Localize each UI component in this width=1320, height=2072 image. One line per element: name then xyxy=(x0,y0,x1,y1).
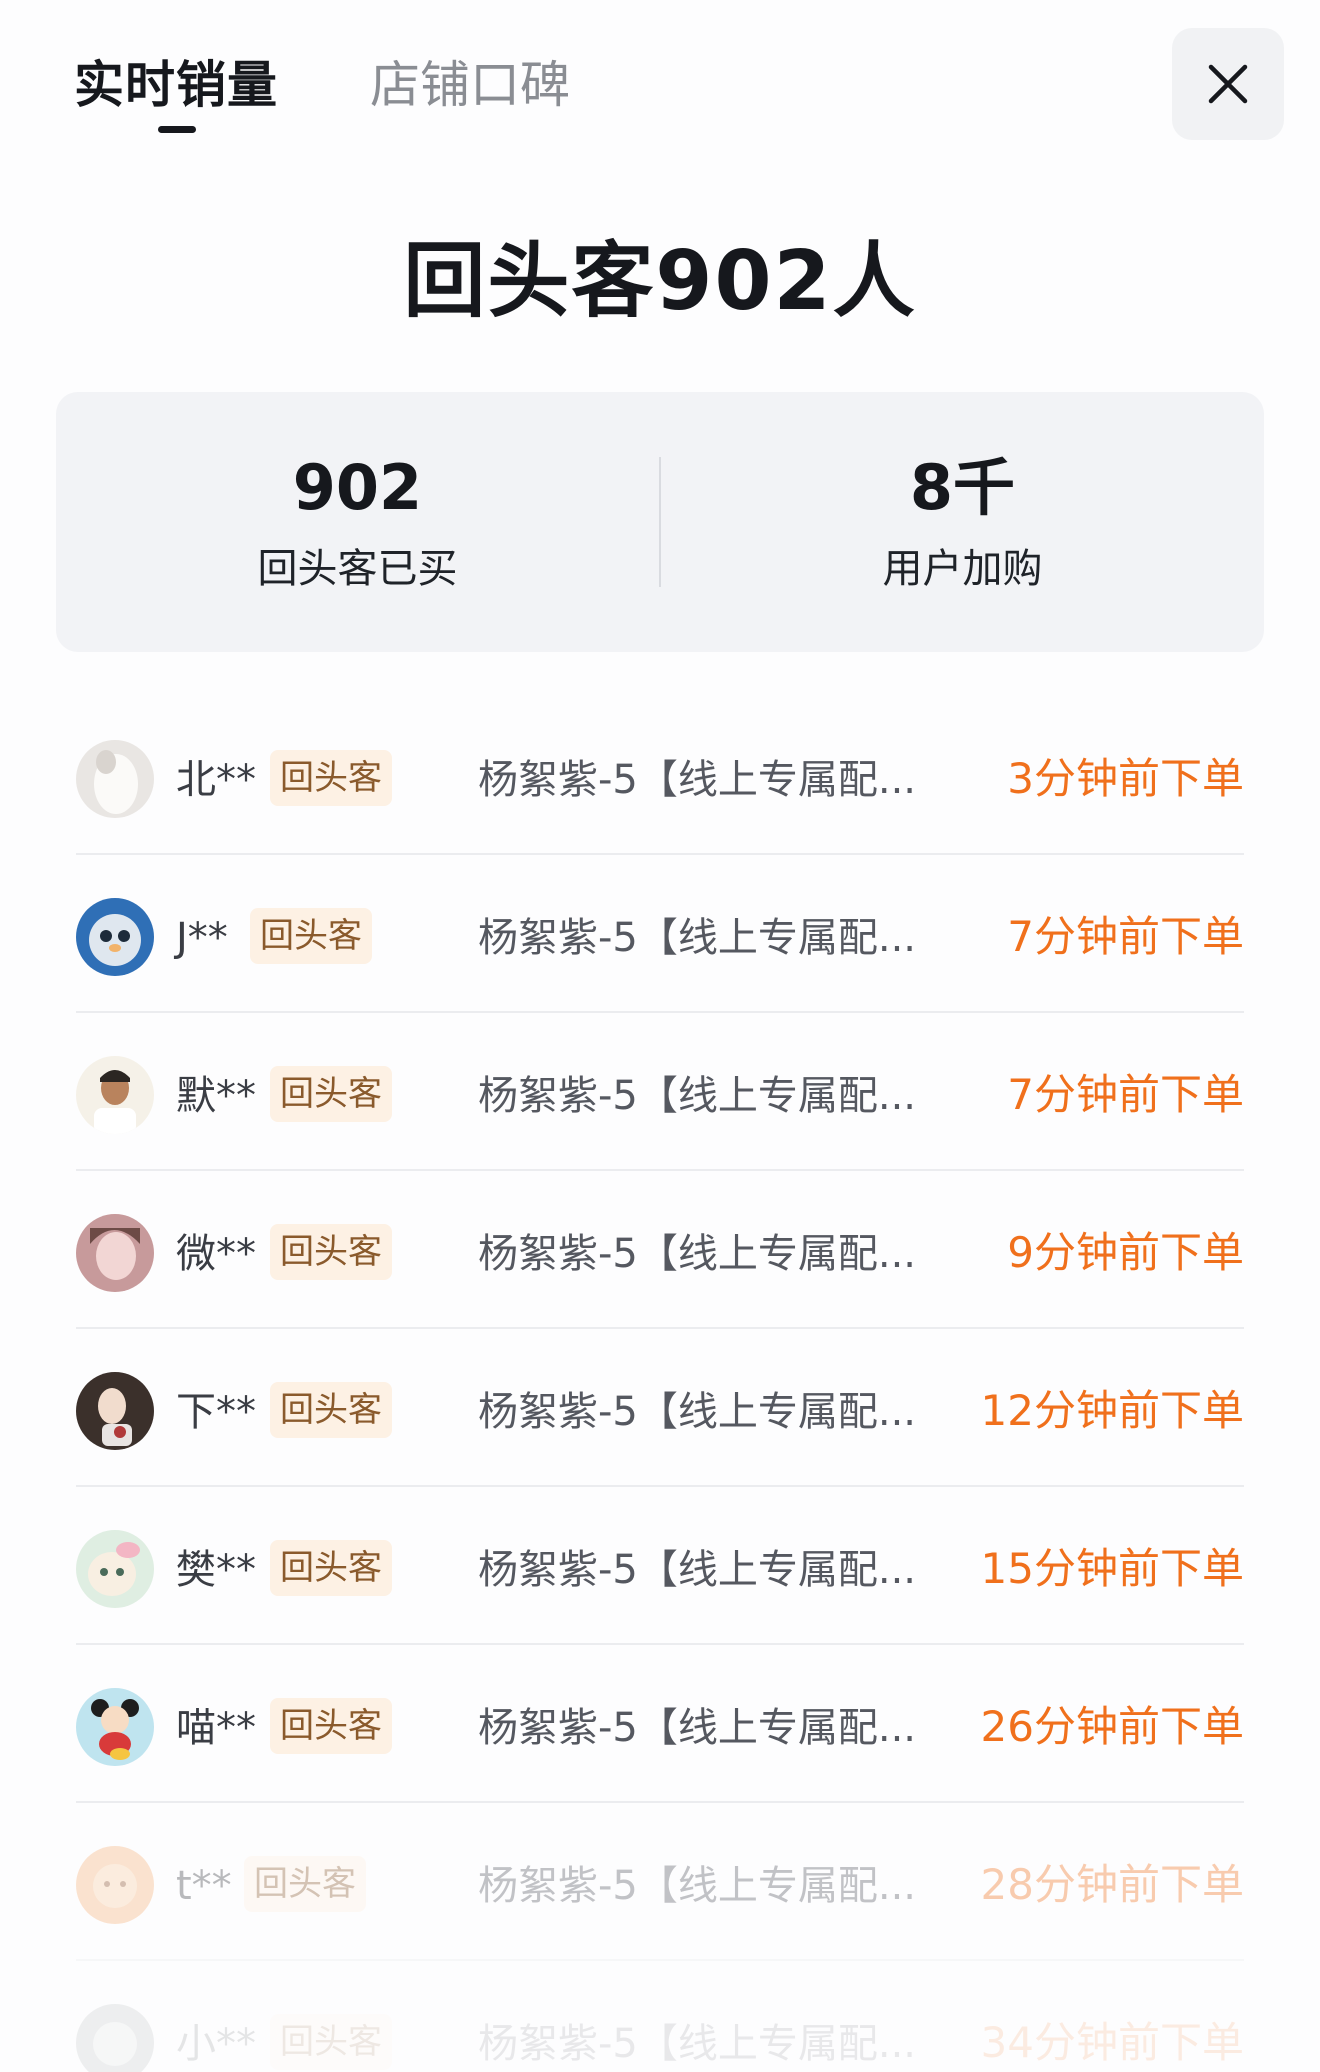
stat-add-to-cart: 8千 用户加购 xyxy=(661,450,1264,594)
active-tab-indicator xyxy=(158,126,196,133)
product-name: 杨絮紫-5【线上专属配... xyxy=(478,915,917,961)
order-time: 7分钟前下单 xyxy=(1007,912,1244,961)
avatar xyxy=(76,1688,154,1766)
product-name: 杨絮紫-5【线上专属配... xyxy=(478,1073,917,1119)
avatar xyxy=(76,740,154,818)
list-item[interactable]: 小** 回头客 杨絮紫-5【线上专属配... 34分钟前下单 xyxy=(76,1961,1244,2072)
repeat-customer-badge: 回头客 xyxy=(244,1856,366,1912)
tab-label: 店铺口碑 xyxy=(370,56,570,114)
stat-repeat-buyers: 902 回头客已买 xyxy=(56,450,659,594)
list-item[interactable]: t** 回头客 杨絮紫-5【线上专属配... 28分钟前下单 xyxy=(76,1803,1244,1961)
stat-value: 8千 xyxy=(909,451,1016,524)
order-list: 北** 回头客 杨絮紫-5【线上专属配... 3分钟前下单 J** 回头客 杨絮… xyxy=(76,697,1244,2072)
stat-label: 回头客已买 xyxy=(257,546,458,592)
user-name: J** xyxy=(176,915,228,961)
tab-store-reputation[interactable]: 店铺口碑 xyxy=(370,50,570,120)
order-time: 28分钟前下单 xyxy=(980,1860,1244,1909)
avatar xyxy=(76,1056,154,1134)
avatar xyxy=(76,2004,154,2072)
user-name: 北** xyxy=(176,757,256,803)
product-name: 杨絮紫-5【线上专属配... xyxy=(478,1547,917,1593)
product-name: 杨絮紫-5【线上专属配... xyxy=(478,1863,917,1909)
product-name: 杨絮紫-5【线上专属配... xyxy=(478,1705,917,1751)
stats-card: 902 回头客已买 8千 用户加购 xyxy=(56,392,1264,652)
repeat-customer-badge: 回头客 xyxy=(270,2014,392,2070)
avatar xyxy=(76,1846,154,1924)
avatar xyxy=(76,1214,154,1292)
user-name: 下** xyxy=(176,1389,256,1435)
repeat-customer-badge: 回头客 xyxy=(270,1698,392,1754)
sales-popup: 实时销量 店铺口碑 回头客902人 902 回头客已买 8千 用户加购 北** … xyxy=(0,0,1320,2072)
repeat-customer-badge: 回头客 xyxy=(250,908,372,964)
page-title: 回头客902人 xyxy=(403,234,917,329)
user-name: 喵** xyxy=(176,1705,256,1751)
product-name: 杨絮紫-5【线上专属配... xyxy=(478,2021,917,2067)
product-name: 杨絮紫-5【线上专属配... xyxy=(478,1389,917,1435)
list-item[interactable]: 微** 回头客 杨絮紫-5【线上专属配... 9分钟前下单 xyxy=(76,1171,1244,1329)
order-time: 34分钟前下单 xyxy=(980,2018,1244,2067)
close-icon xyxy=(1208,64,1248,104)
order-time: 15分钟前下单 xyxy=(980,1544,1244,1593)
user-name: 默** xyxy=(176,1073,256,1119)
order-time: 9分钟前下单 xyxy=(1007,1228,1244,1277)
tab-bar: 实时销量 店铺口碑 xyxy=(74,50,662,133)
stat-value: 902 xyxy=(292,451,423,524)
avatar xyxy=(76,1372,154,1450)
stat-label: 用户加购 xyxy=(882,546,1043,592)
user-name: 小** xyxy=(176,2021,256,2067)
avatar xyxy=(76,898,154,976)
list-item[interactable]: 默** 回头客 杨絮紫-5【线上专属配... 7分钟前下单 xyxy=(76,1013,1244,1171)
list-item[interactable]: J** 回头客 杨絮紫-5【线上专属配... 7分钟前下单 xyxy=(76,855,1244,1013)
list-item[interactable]: 樊** 回头客 杨絮紫-5【线上专属配... 15分钟前下单 xyxy=(76,1487,1244,1645)
repeat-customer-badge: 回头客 xyxy=(270,750,392,806)
user-name: 微** xyxy=(176,1231,256,1277)
list-item[interactable]: 北** 回头客 杨絮紫-5【线上专属配... 3分钟前下单 xyxy=(76,697,1244,855)
repeat-customer-badge: 回头客 xyxy=(270,1540,392,1596)
avatar xyxy=(76,1530,154,1608)
user-name: 樊** xyxy=(176,1547,256,1593)
product-name: 杨絮紫-5【线上专属配... xyxy=(478,757,917,803)
list-item[interactable]: 喵** 回头客 杨絮紫-5【线上专属配... 26分钟前下单 xyxy=(76,1645,1244,1803)
list-item[interactable]: 下** 回头客 杨絮紫-5【线上专属配... 12分钟前下单 xyxy=(76,1329,1244,1487)
close-button[interactable] xyxy=(1172,28,1284,140)
repeat-customer-badge: 回头客 xyxy=(270,1224,392,1280)
order-time: 7分钟前下单 xyxy=(1007,1070,1244,1119)
tab-label: 实时销量 xyxy=(74,56,278,114)
product-name: 杨絮紫-5【线上专属配... xyxy=(478,1231,917,1277)
tab-realtime-sales[interactable]: 实时销量 xyxy=(74,50,278,133)
order-time: 12分钟前下单 xyxy=(980,1386,1244,1435)
repeat-customer-badge: 回头客 xyxy=(270,1066,392,1122)
repeat-customer-badge: 回头客 xyxy=(270,1382,392,1438)
user-name: t** xyxy=(176,1863,232,1909)
order-time: 26分钟前下单 xyxy=(980,1702,1244,1751)
order-time: 3分钟前下单 xyxy=(1007,754,1244,803)
